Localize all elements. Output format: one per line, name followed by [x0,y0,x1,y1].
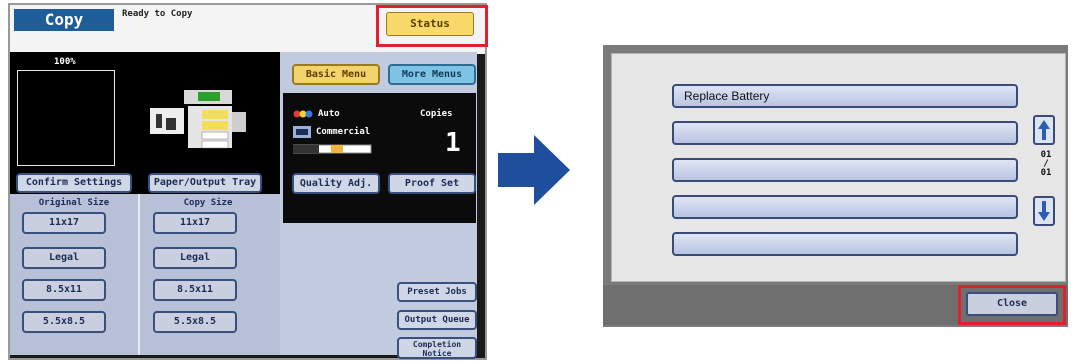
list-item-empty[interactable] [672,158,1018,182]
original-size-8-5x11-button[interactable]: 8.5x11 [22,279,106,301]
list-item-replace-battery[interactable]: Replace Battery [672,84,1018,108]
more-menus-button[interactable]: More Menus [388,64,476,85]
list-item-empty[interactable] [672,195,1018,219]
copy-size-header: Copy Size [183,198,233,208]
arrow-right-icon [498,135,570,205]
output-queue-button[interactable]: Output Queue [397,310,477,330]
scroll-down-button[interactable] [1033,196,1055,226]
status-button[interactable]: Status [386,12,474,36]
original-size-legal-button[interactable]: Legal [22,247,106,269]
list-item-empty[interactable] [672,121,1018,145]
list-item-empty[interactable] [672,232,1018,256]
copy-size-8-5x11-button[interactable]: 8.5x11 [153,279,237,301]
scroll-up-button[interactable] [1033,115,1055,145]
copy-size-5-5x8-5-button[interactable]: 5.5x8.5 [153,311,237,333]
original-size-11x17-button[interactable]: 11x17 [22,212,106,234]
copier-machine-icon [150,90,246,149]
quality-adj-button[interactable]: Quality Adj. [292,173,380,194]
copy-title: Copy [14,9,114,31]
page-total: 01 [1040,168,1052,178]
paper-output-tray-button[interactable]: Paper/Output Tray [148,173,262,193]
color-mode-icon [293,110,313,118]
paper-type-icon [293,126,311,138]
density-slider[interactable] [293,144,377,154]
copy-size-legal-button[interactable]: Legal [153,247,237,269]
confirm-settings-button[interactable]: Confirm Settings [16,173,132,193]
proof-set-button[interactable]: Proof Set [388,173,476,194]
basic-menu-button[interactable]: Basic Menu [292,64,380,85]
column-divider [138,194,140,355]
ready-status-text: Ready to Copy [122,9,193,19]
arrow-up-icon [1038,120,1050,140]
copies-count: 1 [445,128,461,158]
original-size-5-5x8-5-button[interactable]: 5.5x8.5 [22,311,106,333]
copy-size-11x17-button[interactable]: 11x17 [153,212,237,234]
paper-preview [17,70,115,166]
original-size-header: Original Size [38,198,110,208]
arrow-down-icon [1038,201,1050,221]
paper-type-label: Commercial [316,127,371,137]
close-button[interactable]: Close [966,292,1058,316]
completion-notice-button[interactable]: Completion Notice [397,337,477,359]
page-indicator: 01 / 01 [1037,151,1055,178]
zoom-label: 100% [54,57,76,67]
preset-jobs-button[interactable]: Preset Jobs [397,282,477,302]
color-mode-label: Auto [318,109,340,119]
copies-label: Copies [420,109,453,119]
